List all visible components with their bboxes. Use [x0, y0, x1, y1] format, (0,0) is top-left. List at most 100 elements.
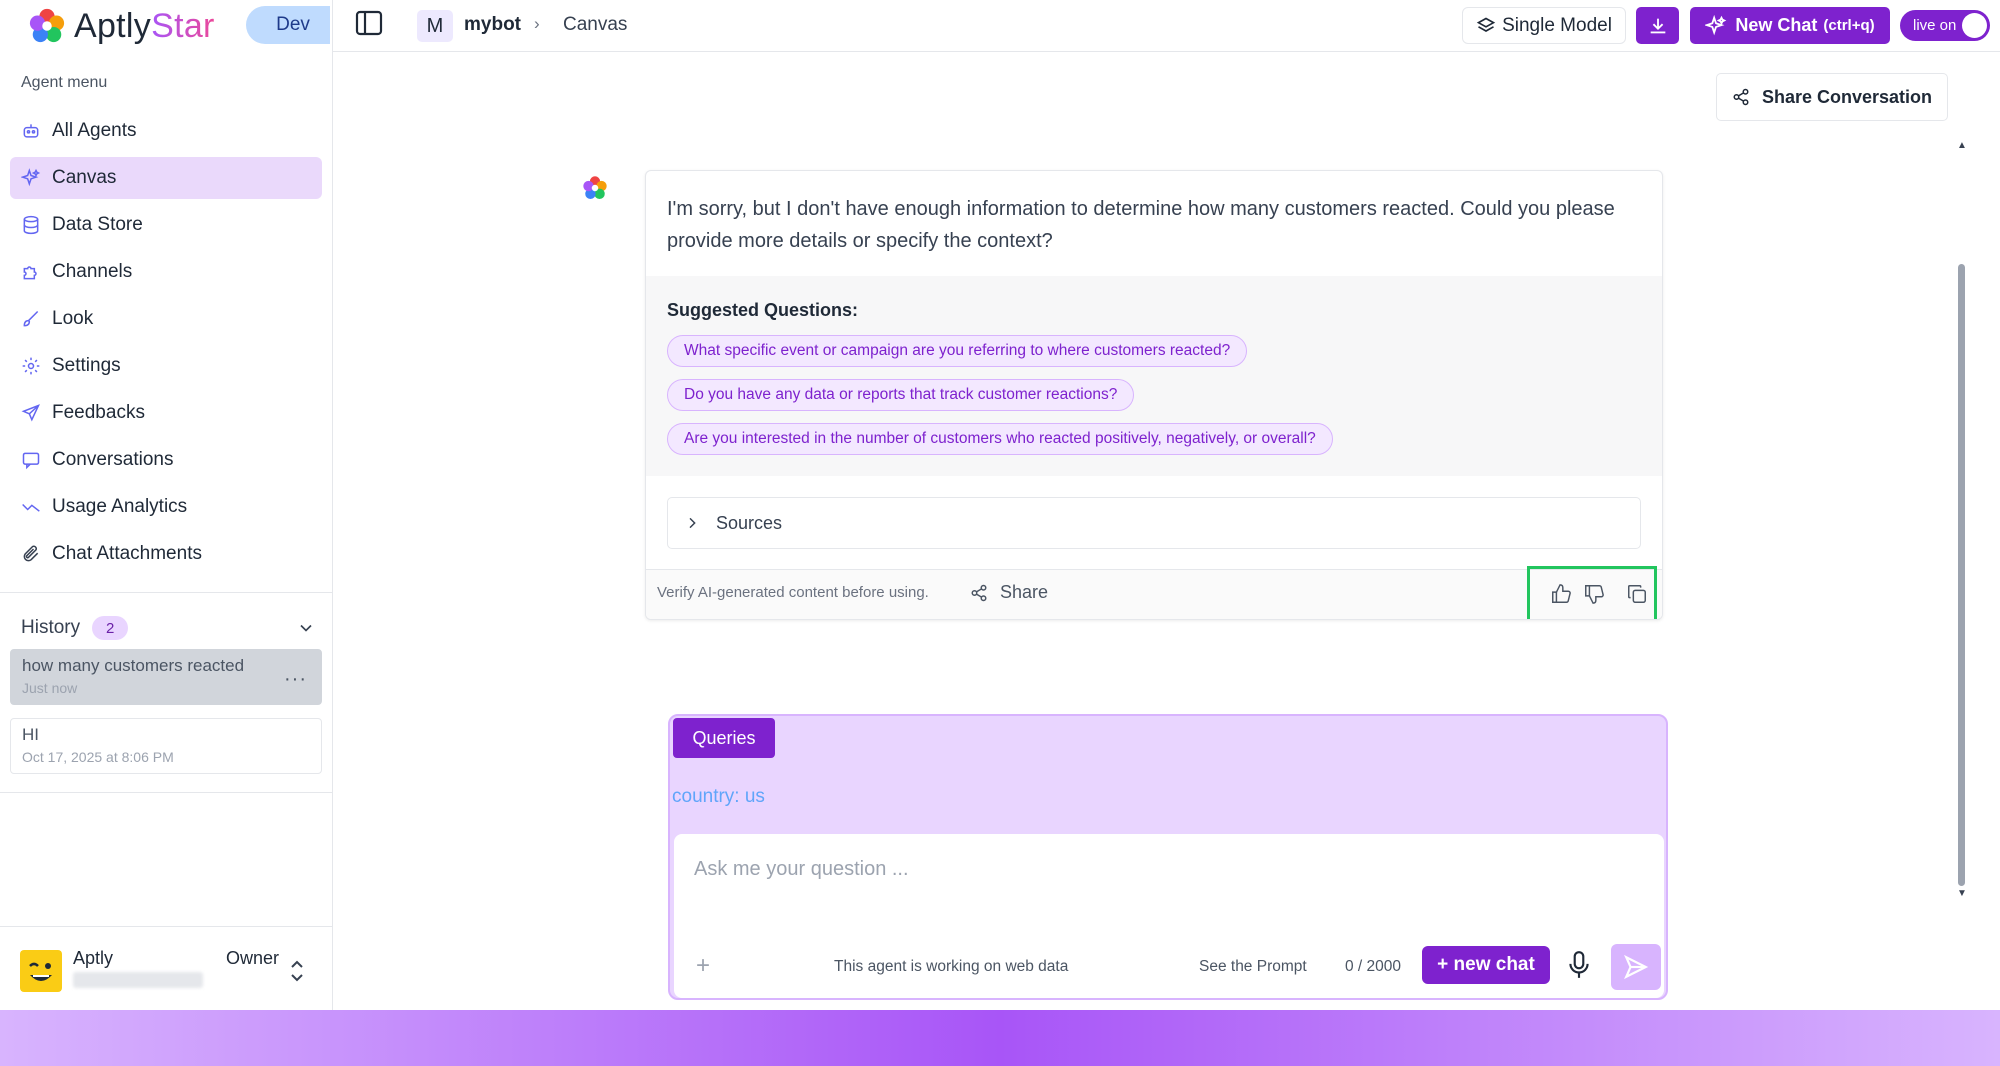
share-icon: [1733, 88, 1749, 106]
chevron-right-icon: [689, 517, 696, 529]
send-icon: [1624, 954, 1649, 980]
suggested-questions: Suggested Questions: What specific event…: [646, 276, 1662, 476]
share-label: Share: [1000, 582, 1049, 602]
add-attachment-button[interactable]: +: [696, 952, 710, 980]
question-input-placeholder: Ask me your question ...: [694, 858, 909, 880]
brand[interactable]: AptlyStar: [28, 6, 215, 46]
message-text: I'm sorry, but I don't have enough infor…: [667, 198, 1615, 252]
brand-name: AptlyStar: [74, 6, 215, 45]
sidebar-item-label: Canvas: [52, 167, 117, 188]
sidebar-item-label: Usage Analytics: [52, 496, 188, 517]
sidebar-item-label: Chat Attachments: [52, 543, 202, 564]
chevron-up-down-icon[interactable]: [288, 958, 306, 984]
web-data-note: This agent is working on web data: [834, 958, 1069, 975]
sidebar-item-all-agents[interactable]: All Agents: [10, 110, 322, 152]
sidebar-item-look[interactable]: Look: [10, 298, 322, 340]
sidebar-item-label: Conversations: [52, 449, 174, 470]
history-item-time: Just now: [22, 680, 78, 696]
bot-avatar: M: [417, 10, 453, 42]
new-chat-shortcut: (ctrl+q): [1823, 17, 1875, 34]
history-count-badge: 2: [92, 616, 129, 640]
puzzle-icon: [21, 262, 41, 282]
sidebar-item-label: Look: [52, 308, 94, 329]
scrollbar[interactable]: ▲ ▼: [1954, 140, 1970, 902]
toggle-knob: [1962, 13, 1987, 38]
share-message-button[interactable]: Share: [970, 582, 1048, 603]
live-toggle-label: live on: [1913, 17, 1957, 34]
sidebar-item-data-store[interactable]: Data Store: [10, 204, 322, 246]
copy-icon[interactable]: [1626, 583, 1648, 605]
sidebar-item-usage-analytics[interactable]: Usage Analytics: [10, 486, 322, 528]
sidebar: AptlyStar Dev Agent menu All Agents Canv…: [0, 0, 333, 1010]
gear-icon: [21, 356, 41, 376]
history-title: History: [21, 617, 81, 638]
more-options-icon[interactable]: ···: [284, 668, 307, 691]
new-chat-inline-button[interactable]: + new chat: [1422, 946, 1550, 984]
sidebar-item-settings[interactable]: Settings: [10, 345, 322, 387]
breadcrumb-separator: ›: [534, 14, 540, 33]
composer: Queries country: us Ask me your question…: [668, 714, 1668, 1000]
user-name: Aptly: [73, 948, 114, 968]
country-tag[interactable]: country: us: [672, 786, 765, 808]
brush-icon: [21, 309, 41, 329]
sidebar-item-label: Feedbacks: [52, 402, 145, 423]
sidebar-divider: [0, 926, 333, 927]
sidebar-item-label: Channels: [52, 261, 133, 282]
sidebar-divider: [0, 792, 333, 793]
avatar: [20, 950, 62, 992]
send-button[interactable]: [1611, 944, 1661, 990]
history-item-time: Oct 17, 2025 at 8:06 PM: [22, 749, 174, 765]
thumbs-down-icon[interactable]: [1583, 583, 1605, 605]
sidebar-item-canvas[interactable]: Canvas: [10, 157, 322, 199]
scroll-up-icon[interactable]: ▲: [1957, 140, 1967, 151]
scroll-down-icon[interactable]: ▼: [1957, 888, 1967, 899]
breadcrumb-page: Canvas: [563, 14, 628, 35]
verify-note: Verify AI-generated content before using…: [657, 584, 929, 601]
sidebar-toggle-icon[interactable]: [355, 10, 383, 36]
agent-menu: All Agents Canvas Data Store Channels Lo…: [10, 110, 322, 580]
sparkles-icon: [21, 168, 41, 188]
user-role: Owner: [226, 948, 280, 968]
sources-accordion[interactable]: Sources: [667, 497, 1641, 549]
microphone-icon[interactable]: [1566, 950, 1592, 980]
char-count: 0 / 2000: [1345, 958, 1402, 975]
history-header[interactable]: History 2: [21, 613, 316, 643]
analytics-icon: [21, 497, 41, 517]
message-footer: Verify AI-generated content before using…: [646, 566, 1662, 619]
question-input[interactable]: Ask me your question ... + This agent is…: [674, 834, 1664, 998]
database-icon: [21, 215, 41, 235]
sidebar-divider: [0, 592, 333, 593]
chevron-down-icon[interactable]: [296, 618, 316, 638]
sidebar-item-feedbacks[interactable]: Feedbacks: [10, 392, 322, 434]
sidebar-item-conversations[interactable]: Conversations: [10, 439, 322, 481]
send-icon: [21, 403, 41, 423]
queries-button[interactable]: Queries: [673, 718, 775, 758]
breadcrumb-bot[interactable]: mybot: [464, 14, 521, 36]
history-item[interactable]: how many customers reacted Just now ···: [10, 649, 322, 705]
user-menu[interactable]: Aptly Owner: [20, 948, 320, 992]
new-chat-button[interactable]: New Chat (ctrl+q): [1690, 7, 1890, 44]
suggested-question-chip[interactable]: Are you interested in the number of cust…: [667, 423, 1333, 455]
suggested-question-chip[interactable]: Do you have any data or reports that tra…: [667, 379, 1135, 411]
thumbs-up-icon[interactable]: [1550, 583, 1572, 605]
footer-gradient-band: [0, 1010, 2000, 1066]
bot-logo-icon: [583, 176, 607, 200]
download-button[interactable]: [1636, 7, 1679, 44]
suggested-questions-title: Suggested Questions:: [667, 300, 859, 320]
sidebar-item-chat-attachments[interactable]: Chat Attachments: [10, 533, 322, 575]
see-prompt-link[interactable]: See the Prompt: [1199, 958, 1307, 976]
live-toggle[interactable]: live on: [1900, 10, 1990, 41]
sidebar-item-channels[interactable]: Channels: [10, 251, 322, 293]
history-item-title: how many customers reacted: [22, 656, 245, 675]
suggested-question-chip[interactable]: What specific event or campaign are you …: [667, 335, 1248, 367]
scroll-thumb[interactable]: [1958, 264, 1965, 886]
topbar: M mybot › Canvas Single Model New Chat (…: [333, 0, 2000, 52]
single-model-button[interactable]: Single Model: [1462, 7, 1626, 44]
paperclip-icon: [21, 544, 41, 564]
download-icon: [1650, 18, 1665, 33]
history-item[interactable]: HI Oct 17, 2025 at 8:06 PM: [10, 718, 322, 774]
message-actions: [1527, 566, 1657, 619]
assistant-message: I'm sorry, but I don't have enough infor…: [645, 170, 1663, 620]
sidebar-item-label: Data Store: [52, 214, 143, 235]
share-conversation-button[interactable]: Share Conversation: [1716, 73, 1948, 121]
